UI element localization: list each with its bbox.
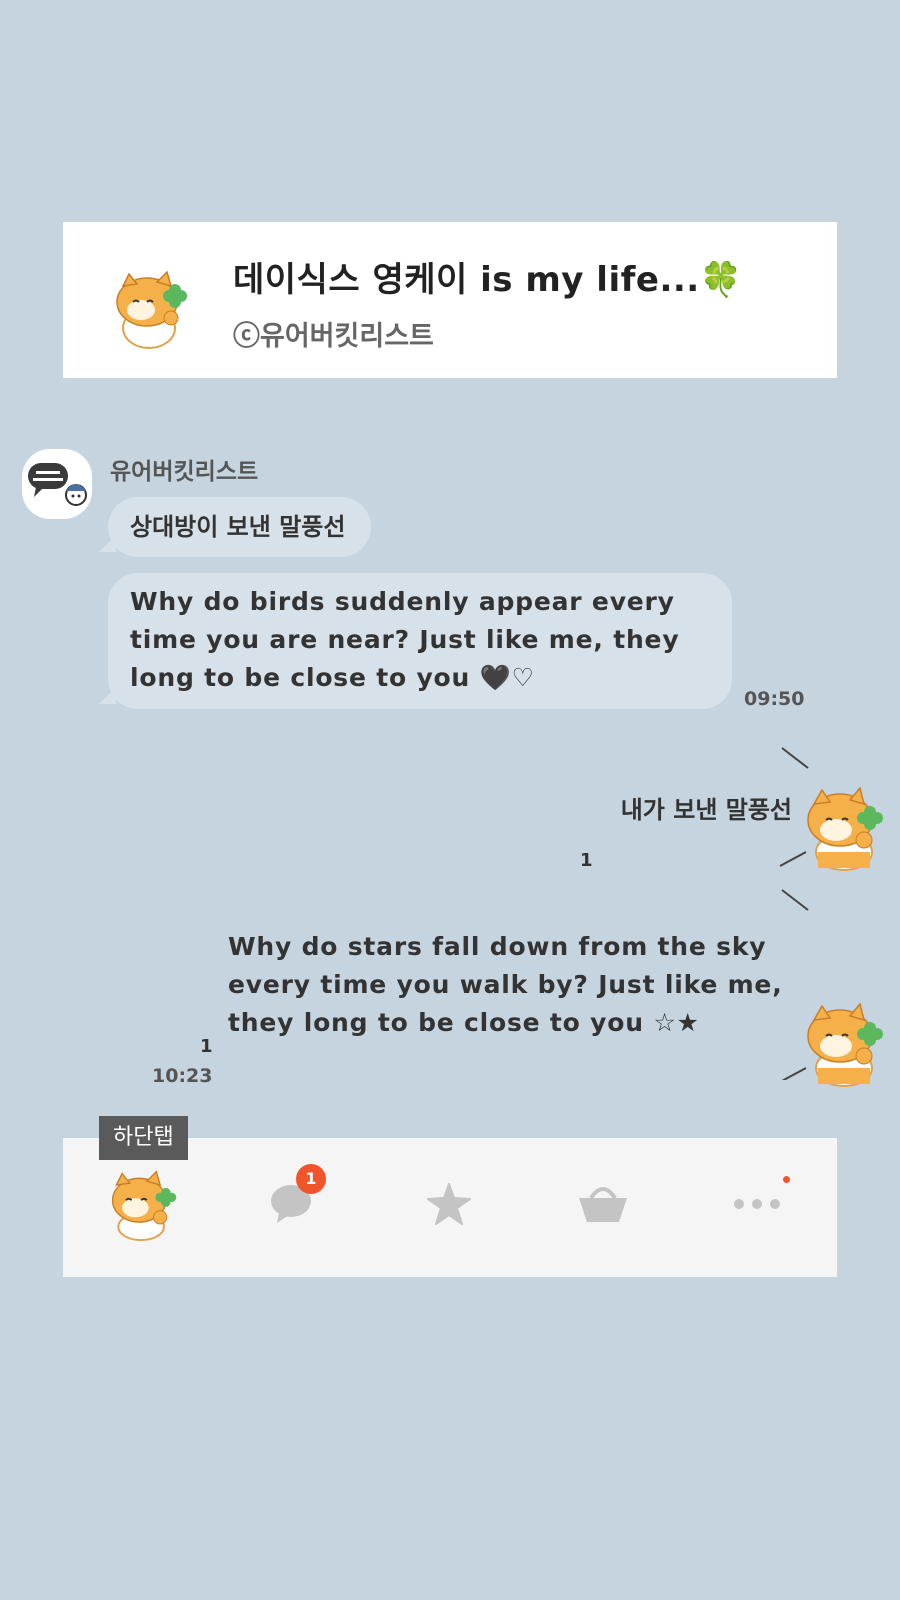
- message-timestamp: 09:50: [744, 688, 805, 710]
- bottom-tab-label: 하단탭: [99, 1116, 188, 1160]
- hamster-sticker-icon: [807, 1002, 883, 1087]
- hamster-profile-icon: [111, 1170, 177, 1242]
- tab-chats[interactable]: 1: [253, 1164, 333, 1244]
- tab-shopping[interactable]: [563, 1164, 643, 1244]
- hamster-sticker-icon: [807, 786, 883, 871]
- profile-title: 데이식스 영케이 is my life...🍀: [233, 260, 743, 300]
- tab-view[interactable]: [409, 1164, 489, 1244]
- message-timestamp: 10:23: [152, 1065, 213, 1087]
- bucketlist-logo-icon: [28, 463, 87, 506]
- profile-header-card: 데이식스 영케이 is my life...🍀 ⓒ유어버킷리스트: [63, 222, 837, 378]
- copyright-text: ⓒ유어버킷리스트: [233, 321, 434, 352]
- more-dots-icon: [734, 1199, 780, 1209]
- outgoing-message[interactable]: 내가 보낸 말풍선: [621, 790, 792, 825]
- star-icon: [427, 1183, 471, 1225]
- clover-icon: 🍀: [699, 260, 743, 300]
- unread-count: 1: [580, 850, 593, 871]
- friend-avatar[interactable]: [22, 449, 92, 519]
- hamster-clover-icon: [116, 270, 187, 349]
- unread-badge: 1: [296, 1164, 326, 1194]
- sender-name: 유어버킷리스트: [110, 459, 259, 485]
- unread-count: 1: [200, 1036, 213, 1057]
- basket-icon: [579, 1187, 627, 1222]
- outgoing-message[interactable]: Why do stars fall down from the sky ever…: [228, 928, 798, 1042]
- incoming-message-bubble[interactable]: Why do birds suddenly appear every time …: [108, 573, 732, 709]
- incoming-message-bubble[interactable]: 상대방이 보낸 말풍선: [108, 497, 372, 557]
- tab-more[interactable]: [719, 1164, 799, 1244]
- tab-profile[interactable]: [103, 1164, 183, 1244]
- notification-dot: [783, 1176, 790, 1183]
